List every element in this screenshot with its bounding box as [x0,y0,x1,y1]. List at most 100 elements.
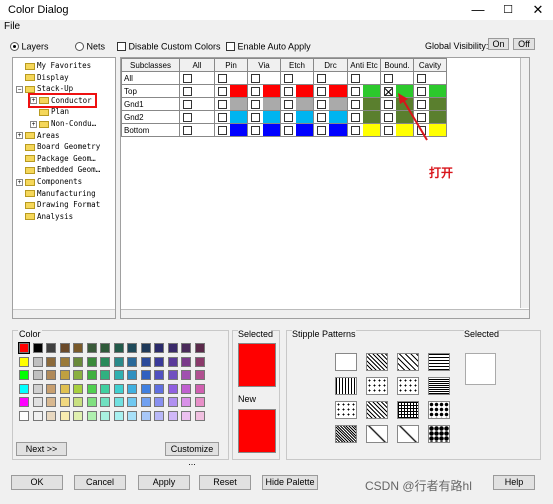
visibility-checkbox[interactable] [417,73,426,83]
grid-cell[interactable] [347,97,381,111]
visibility-checkbox[interactable] [183,125,192,135]
palette-swatch[interactable] [100,411,110,421]
palette-swatch[interactable] [167,411,178,421]
visibility-checkbox[interactable] [317,125,326,135]
palette-swatch[interactable] [167,370,178,381]
visibility-checkbox[interactable] [384,112,393,122]
palette-swatch[interactable] [19,383,29,394]
grid-cell[interactable] [214,110,248,124]
palette-swatch[interactable] [113,356,124,367]
palette-swatch[interactable] [46,370,56,381]
palette-swatch[interactable] [140,356,151,367]
reset-button[interactable]: Reset [199,475,251,490]
tree-item[interactable]: Analysis [16,211,73,222]
palette-swatch[interactable] [194,370,205,381]
palette-swatch[interactable] [86,383,97,394]
palette-swatch[interactable] [32,383,43,394]
grid-cell[interactable] [179,110,215,124]
palette-swatch[interactable] [194,411,205,421]
color-cell[interactable] [363,98,380,110]
visibility-checkbox[interactable] [351,99,360,109]
palette-swatch[interactable] [19,397,29,408]
stipple-pattern[interactable] [428,425,450,443]
grid-cell[interactable] [280,84,314,98]
grid-cell[interactable] [247,123,281,137]
stipple-pattern[interactable] [397,425,419,443]
color-cell[interactable] [230,124,247,136]
palette-swatch[interactable] [194,343,205,353]
visibility-checkbox[interactable] [317,73,326,83]
grid-cell[interactable] [214,84,248,98]
nets-radio-dot[interactable] [75,42,84,52]
stipple-pattern[interactable] [428,401,450,419]
grid-cell[interactable] [347,110,381,124]
palette-swatch[interactable] [46,356,56,367]
palette-swatch[interactable] [127,383,137,394]
palette-swatch[interactable] [154,343,164,353]
palette-swatch[interactable] [181,356,191,367]
visibility-checkbox[interactable] [284,86,293,96]
grid-cell[interactable] [179,123,215,137]
grid-cell[interactable] [380,71,414,85]
visibility-checkbox[interactable] [183,73,192,83]
visibility-checkbox[interactable] [351,112,360,122]
tree-item[interactable]: Package Geom… [16,153,96,164]
visibility-checkbox[interactable] [218,86,227,96]
color-cell[interactable] [263,72,280,84]
palette-swatch[interactable] [86,397,97,408]
color-cell[interactable] [230,111,247,123]
maximize-icon[interactable]: ☐ [493,0,523,20]
color-cell[interactable] [263,98,280,110]
palette-swatch[interactable] [181,397,191,408]
grid-cell[interactable] [347,71,381,85]
visibility-checkbox[interactable] [384,99,393,109]
grid-cell[interactable] [347,123,381,137]
tree-item[interactable]: Drawing Format [16,199,100,210]
palette-swatch[interactable] [167,343,178,353]
stipple-pattern[interactable] [428,377,450,395]
grid-cell[interactable] [413,71,447,85]
grid-cell[interactable] [179,71,215,85]
stipple-pattern[interactable] [366,425,388,443]
palette-swatch[interactable] [59,356,70,367]
customize-button[interactable]: Customize ... [165,442,219,467]
palette-swatch[interactable] [73,370,83,381]
palette-swatch[interactable] [73,383,83,394]
enable-auto-apply-box[interactable] [226,42,235,52]
apply-button[interactable]: Apply [138,475,190,490]
tree-item[interactable]: Board Geometry [16,141,100,152]
palette-swatch[interactable] [113,397,124,408]
palette-swatch[interactable] [73,411,83,421]
stipple-pattern[interactable] [428,353,450,371]
visibility-checkbox[interactable] [183,86,192,96]
color-cell[interactable] [263,124,280,136]
visibility-checkbox[interactable] [317,112,326,122]
visibility-checkbox[interactable] [284,125,293,135]
grid-column-header[interactable]: All [179,58,215,72]
grid-column-header[interactable]: Drc [313,58,348,72]
palette-swatch[interactable] [194,356,205,367]
palette-swatch[interactable] [113,411,124,421]
grid-cell[interactable] [313,123,348,137]
palette-swatch[interactable] [127,343,137,353]
color-cell[interactable] [230,85,247,97]
palette-swatch[interactable] [154,370,164,381]
grid-cell[interactable] [179,97,215,111]
color-cell[interactable] [230,98,247,110]
disable-custom-colors-checkbox[interactable]: Disable Custom Colors [117,41,221,52]
palette-swatch[interactable] [100,397,110,408]
layers-radio-dot[interactable] [10,42,19,52]
palette-swatch[interactable] [18,342,30,354]
color-cell[interactable] [429,72,446,84]
grid-column-header[interactable]: Cavity [413,58,447,72]
color-cell[interactable] [195,111,214,123]
color-cell[interactable] [263,111,280,123]
grid-cell[interactable] [247,71,281,85]
palette-swatch[interactable] [46,411,56,421]
palette-swatch[interactable] [181,343,191,353]
palette-swatch[interactable] [113,383,124,394]
tree-expander-icon[interactable]: + [16,178,23,186]
stipple-pattern[interactable] [335,353,357,371]
grid-vertical-scrollbar[interactable] [520,58,529,308]
color-cell[interactable] [396,72,413,84]
